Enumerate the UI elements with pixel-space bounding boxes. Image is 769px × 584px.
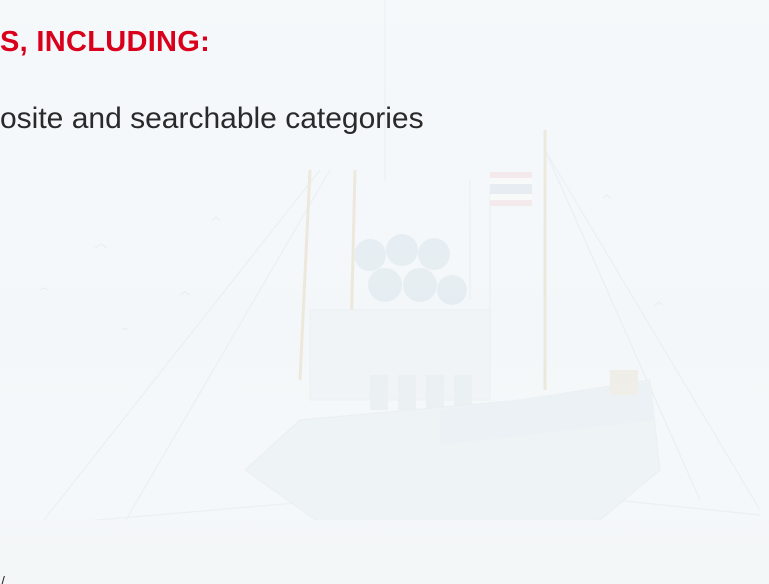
bottom-fragment-text: / [1,574,5,584]
truncated-text-fragment: / [1,574,5,584]
section-heading: S, INCLUDING: [0,26,211,58]
feature-item-text: osite and searchable categories [0,102,424,135]
fishing-boat-photo [0,0,769,584]
page: S, INCLUDING: osite and searchable categ… [0,0,769,584]
